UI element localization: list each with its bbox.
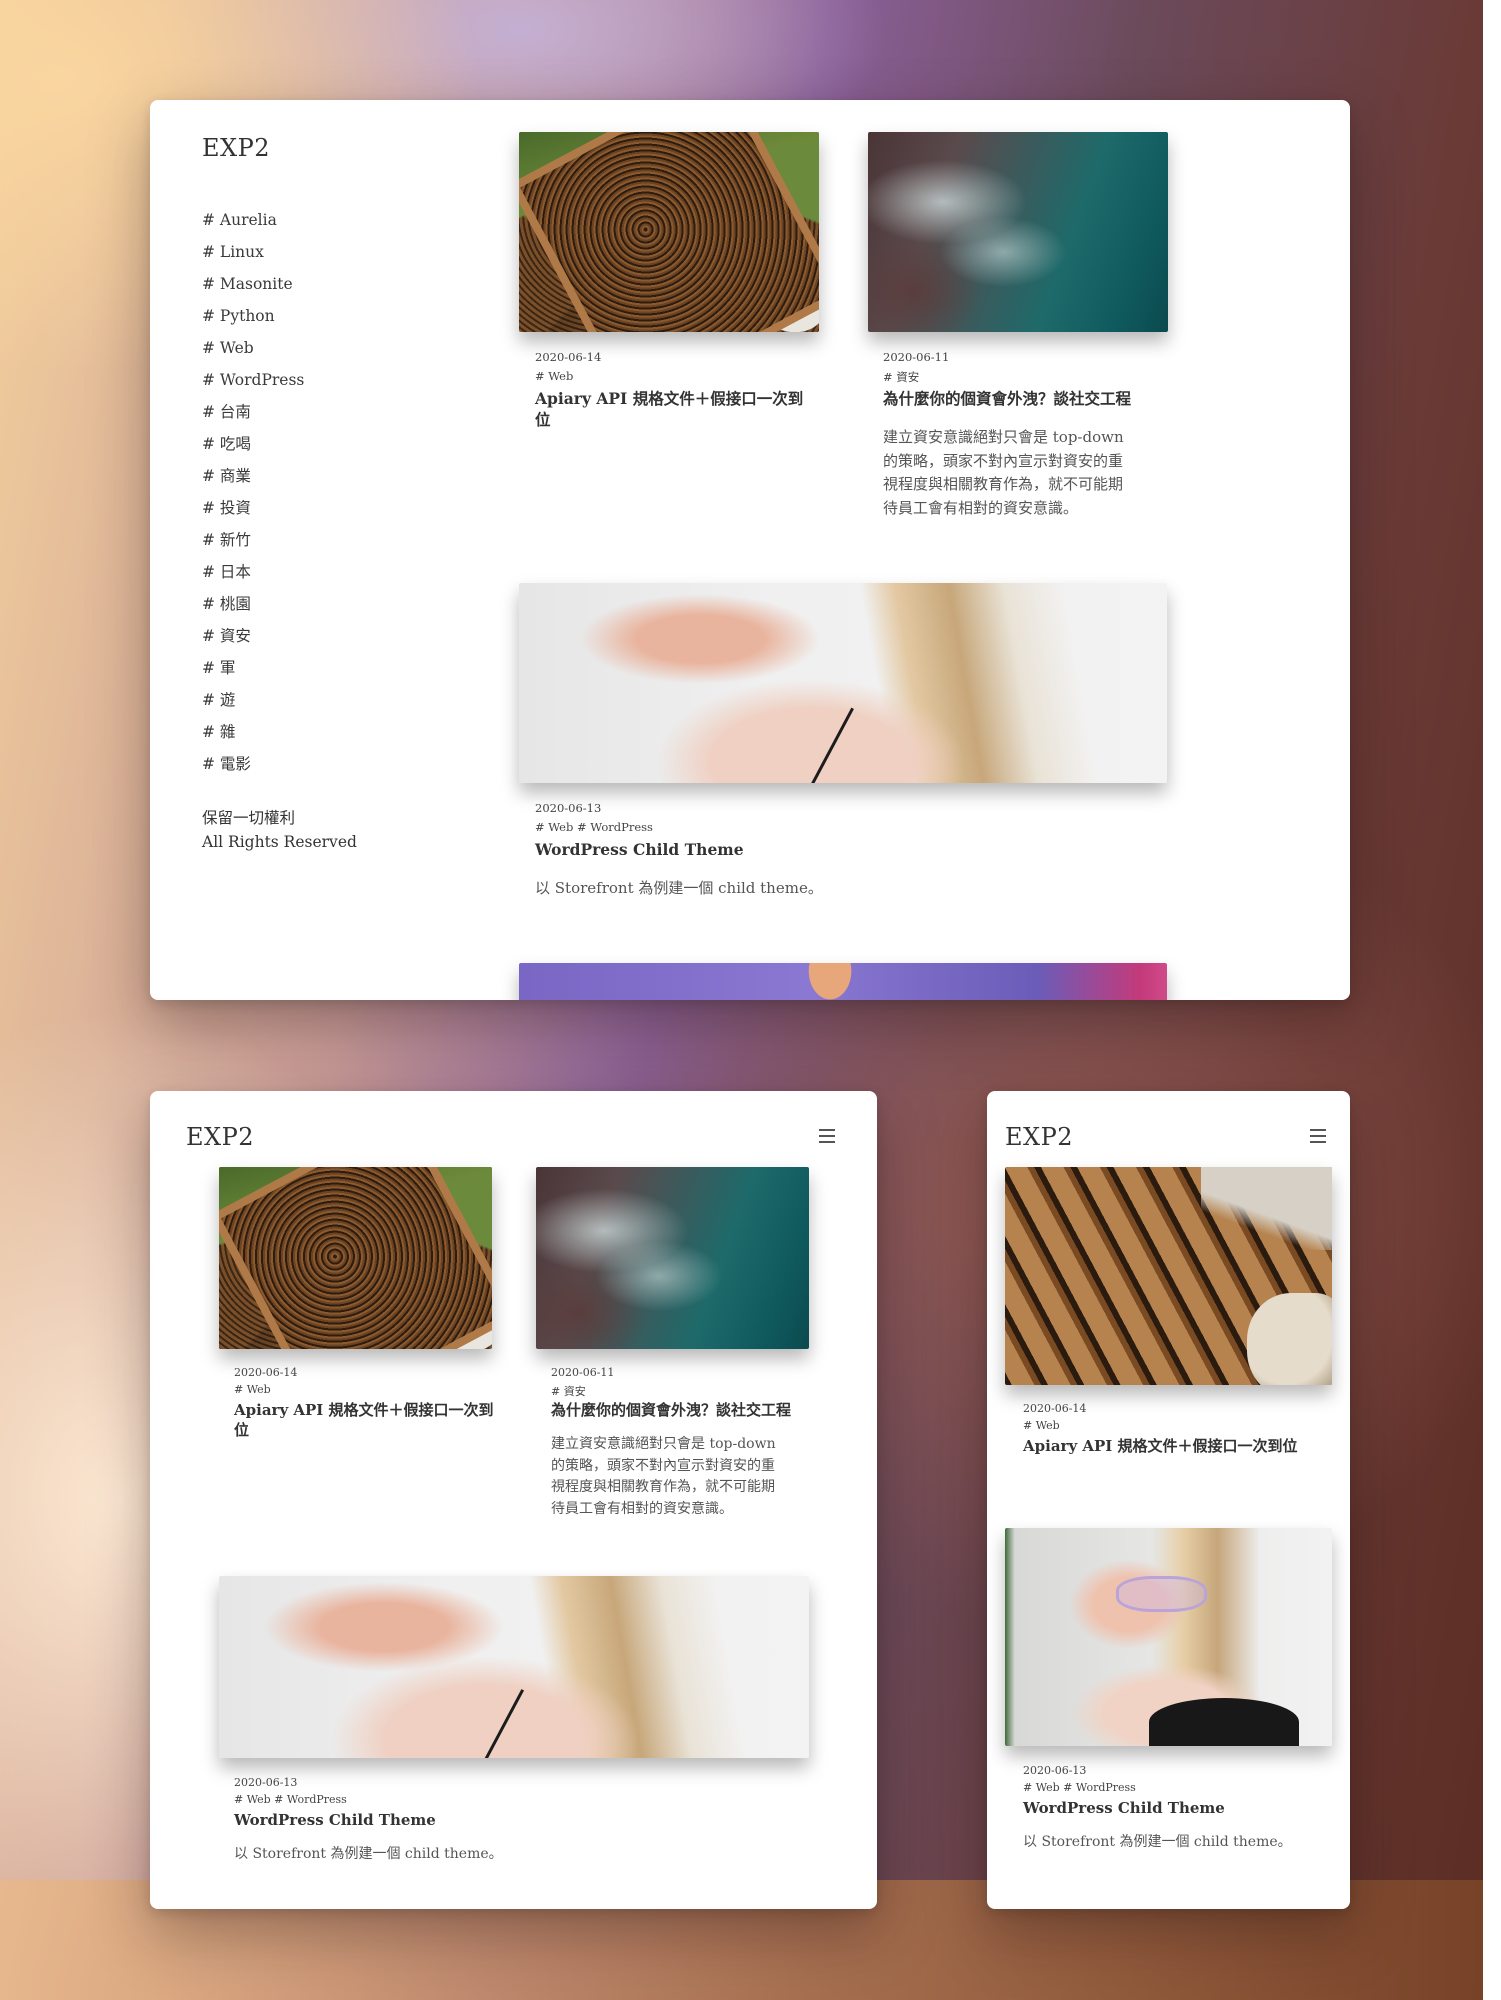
post-date: 2020-06-14 <box>535 350 602 364</box>
tablet-preview: EXP2 2020-06-14 # Web Apiary API 規格文件＋假接… <box>150 1091 877 1909</box>
tag-link[interactable]: # 軍 <box>202 652 304 684</box>
post-tags[interactable]: # 資安 <box>883 369 919 385</box>
post-date: 2020-06-13 <box>234 1776 298 1789</box>
post-title[interactable]: Apiary API 規格文件＋假接口一次到位 <box>1023 1436 1333 1456</box>
post-thumbnail-sea[interactable] <box>536 1167 809 1349</box>
post-thumbnail-next[interactable] <box>519 963 1167 1000</box>
tag-link[interactable]: # Masonite <box>202 268 304 300</box>
tag-link[interactable]: # Aurelia <box>202 204 304 236</box>
post-title-line: Apiary API 規格文件＋假接口一次到 <box>234 1401 494 1419</box>
footer-rights-en: All Rights Reserved <box>202 833 357 851</box>
tag-link[interactable]: # 吃喝 <box>202 428 304 460</box>
post-tags[interactable]: # Web <box>1023 1419 1060 1432</box>
tag-link[interactable]: # 雜 <box>202 716 304 748</box>
hamburger-icon[interactable] <box>819 1129 835 1143</box>
tag-link[interactable]: # 電影 <box>202 748 304 780</box>
tag-link[interactable]: # 遊 <box>202 684 304 716</box>
post-title[interactable]: Apiary API 規格文件＋假接口一次到 位 <box>535 388 815 430</box>
excerpt-line: 視程度與相關教育作為，就不可能期 <box>551 1479 775 1495</box>
excerpt-line: 的策略，頭家不對內宣示對資安的重 <box>883 451 1124 470</box>
footer-rights-zh: 保留一切權利 <box>202 809 296 827</box>
site-brand[interactable]: EXP2 <box>202 134 270 162</box>
post-title[interactable]: 為什麼你的個資會外洩？談社交工程 <box>883 388 1173 409</box>
tag-link[interactable]: # Web <box>202 332 304 364</box>
tag-link[interactable]: # 資安 <box>202 620 304 652</box>
post-excerpt: 建立資安意識絕對只會是 top-down 的策略，頭家不對內宣示對資安的重 視程… <box>551 1434 821 1520</box>
post-date: 2020-06-13 <box>535 801 602 815</box>
excerpt-line: 的策略，頭家不對內宣示對資安的重 <box>551 1457 775 1474</box>
excerpt-line: 視程度與相關教育作為，就不可能期 <box>883 475 1124 493</box>
post-thumbnail-sea[interactable] <box>868 132 1168 332</box>
background-edge <box>1483 0 1501 2000</box>
post-tags[interactable]: # Web <box>234 1383 271 1396</box>
tag-link[interactable]: # WordPress <box>202 364 304 396</box>
post-tags[interactable]: # Web <box>535 369 573 383</box>
excerpt-line: 待員工會有相對的資安意識。 <box>883 498 1079 517</box>
post-title[interactable]: WordPress Child Theme <box>234 1810 684 1830</box>
site-brand[interactable]: EXP2 <box>1005 1123 1073 1151</box>
post-title-line: Apiary API 規格文件＋假接口一次到 <box>535 389 804 408</box>
post-thumbnail-portrait[interactable] <box>1005 1528 1332 1746</box>
post-title[interactable]: WordPress Child Theme <box>1023 1798 1333 1818</box>
post-thumbnail-beehive[interactable] <box>519 132 819 332</box>
post-excerpt: 以 Storefront 為例建一個 child theme。 <box>234 1846 503 1862</box>
post-date: 2020-06-13 <box>1023 1764 1087 1777</box>
post-title[interactable]: Apiary API 規格文件＋假接口一次到 位 <box>234 1400 494 1440</box>
excerpt-line: 待員工會有相對的資安意識。 <box>551 1500 733 1517</box>
post-tags[interactable]: # 資安 <box>551 1383 586 1399</box>
post-date: 2020-06-14 <box>234 1366 298 1379</box>
mobile-preview: EXP2 2020-06-14 # Web Apiary API 規格文件＋假接… <box>987 1091 1350 1909</box>
post-title[interactable]: 為什麼你的個資會外洩？談社交工程 <box>551 1400 821 1420</box>
hamburger-icon[interactable] <box>1310 1129 1326 1143</box>
post-thumbnail-beehive[interactable] <box>219 1167 492 1349</box>
post-excerpt: 建立資安意識絕對只會是 top-down 的策略，頭家不對內宣示對資安的重 視程… <box>883 426 1173 520</box>
tag-link[interactable]: # 桃園 <box>202 588 304 620</box>
tag-link[interactable]: # 日本 <box>202 556 304 588</box>
site-footer: 保留一切權利 All Rights Reserved <box>202 806 357 854</box>
post-excerpt: 以 Storefront 為例建一個 child theme。 <box>1023 1834 1292 1850</box>
post-thumbnail-beehive[interactable] <box>1005 1167 1332 1385</box>
tag-link[interactable]: # 新竹 <box>202 524 304 556</box>
post-title-line: 位 <box>535 410 551 429</box>
tag-link[interactable]: # Linux <box>202 236 304 268</box>
post-thumbnail-portrait[interactable] <box>219 1576 809 1758</box>
tag-link[interactable]: # 商業 <box>202 460 304 492</box>
post-title-line: 位 <box>234 1421 250 1439</box>
post-thumbnail-portrait[interactable] <box>519 583 1167 783</box>
desktop-preview: EXP2 # Aurelia # Linux # Masonite # Pyth… <box>150 100 1350 1000</box>
post-excerpt: 以 Storefront 為例建一個 child theme。 <box>535 879 823 897</box>
post-title[interactable]: WordPress Child Theme <box>535 839 1035 860</box>
post-date: 2020-06-11 <box>551 1366 615 1379</box>
tag-nav: # Aurelia # Linux # Masonite # Python # … <box>202 204 304 780</box>
tag-link[interactable]: # Python <box>202 300 304 332</box>
post-tags[interactable]: # Web # WordPress <box>1023 1781 1136 1794</box>
tag-link[interactable]: # 投資 <box>202 492 304 524</box>
tag-link[interactable]: # 台南 <box>202 396 304 428</box>
post-date: 2020-06-14 <box>1023 1402 1087 1415</box>
post-date: 2020-06-11 <box>883 350 950 364</box>
post-tags[interactable]: # Web # WordPress <box>234 1793 347 1806</box>
excerpt-line: 建立資安意識絕對只會是 top-down <box>551 1436 776 1452</box>
excerpt-line: 建立資安意識絕對只會是 top-down <box>883 428 1124 446</box>
site-brand[interactable]: EXP2 <box>186 1123 254 1151</box>
post-tags[interactable]: # Web # WordPress <box>535 820 653 834</box>
